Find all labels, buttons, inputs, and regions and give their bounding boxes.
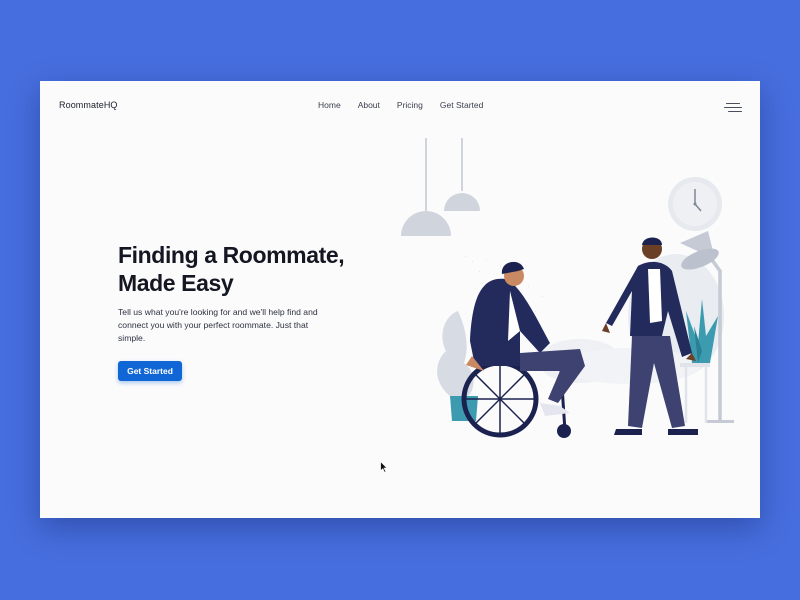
mouse-cursor-icon [380,461,388,473]
hero-title-line-2: Made Easy [118,270,234,296]
get-started-button[interactable]: Get Started [118,361,182,381]
top-navigation: RoommateHQ Home About Pricing Get Starte… [40,81,760,129]
wheelchair-person-icon [461,261,585,438]
nav-link-home[interactable]: Home [318,100,341,110]
hero-description: Tell us what you're looking for and we'l… [118,307,318,343]
landing-page-card: RoommateHQ Home About Pricing Get Starte… [40,81,760,518]
nav-links: Home About Pricing Get Started [318,100,500,110]
wall-clock-icon [668,177,722,231]
hero-title-line-1: Finding a Roommate, [118,242,345,268]
roommates-illustration [401,138,734,438]
brand-logo[interactable]: RoommateHQ [59,100,118,110]
nav-link-get-started[interactable]: Get Started [440,100,483,110]
nav-link-pricing[interactable]: Pricing [397,100,423,110]
nav-link-about[interactable]: About [358,100,380,110]
hamburger-menu-icon[interactable] [724,103,742,113]
pendant-lamp-icon [401,138,451,236]
hero-title: Finding a Roommate, Made Easy [118,241,378,297]
pendant-lamp-icon [444,138,480,211]
